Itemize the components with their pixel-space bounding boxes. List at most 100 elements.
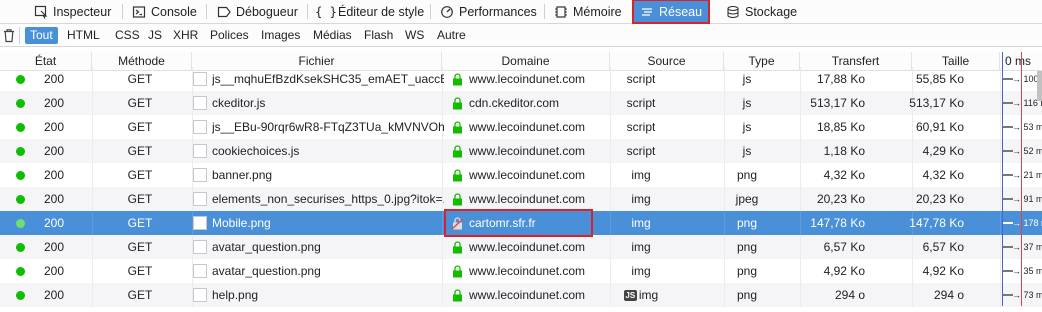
file-thumbnail-icon — [193, 168, 207, 182]
row-source-label: script — [626, 144, 656, 158]
tab-console[interactable]: Console — [126, 1, 203, 22]
row-timing: → 52 ms — [1012, 146, 1042, 156]
filter-all[interactable]: Tout — [25, 27, 58, 44]
row-transfer: 20,23 Ko — [816, 192, 865, 206]
status-success-dot — [16, 219, 25, 228]
filter-media[interactable]: Médias — [308, 27, 357, 44]
status-success-dot — [16, 147, 25, 156]
load-marker — [1021, 52, 1022, 306]
row-domain: www.lecoindunet.com — [469, 264, 586, 278]
tab-label: Performances — [459, 4, 537, 19]
filter-xhr[interactable]: XHR — [168, 27, 203, 44]
column-divider — [1000, 91, 1001, 115]
trash-icon[interactable] — [2, 28, 16, 43]
tab-network[interactable]: Réseau — [631, 0, 711, 24]
row-source-label: img — [631, 240, 651, 254]
table-row[interactable]: 200 GET elements_non_securises_https_0.j… — [0, 187, 1042, 211]
row-file: elements_non_securises_https_0.jpg?itok=… — [212, 192, 444, 206]
file-thumbnail-icon — [193, 264, 207, 278]
status-success-dot — [16, 243, 25, 252]
status-success-dot — [16, 99, 25, 108]
divider — [206, 4, 207, 19]
row-source: img — [610, 211, 672, 235]
table-row[interactable]: 200 GET ckeditor.js cdn.ckeditor.com scr… — [0, 91, 1042, 115]
filter-fonts[interactable]: Polices — [205, 27, 254, 44]
row-transfer: 4,92 Ko — [823, 264, 865, 278]
row-size: 294 o — [933, 288, 964, 302]
column-divider — [92, 67, 93, 91]
secure-lock-icon — [452, 289, 463, 302]
scrollbar-thumb[interactable] — [1037, 71, 1042, 101]
tab-performance[interactable]: Performances — [434, 1, 543, 22]
row-transfer: 17,88 Ko — [816, 72, 865, 86]
filter-css[interactable]: CSS — [110, 27, 145, 44]
row-timing: → 53 ms — [1012, 122, 1042, 132]
column-divider — [1000, 283, 1001, 307]
filter-images[interactable]: Images — [256, 27, 305, 44]
row-domain: www.lecoindunet.com — [469, 240, 586, 254]
row-type: jpeg — [735, 192, 759, 206]
status-success-dot — [16, 171, 25, 180]
row-method: GET — [127, 168, 153, 182]
table-row[interactable]: 200 GET banner.png www.lecoindunet.com i… — [0, 163, 1042, 187]
column-divider — [1000, 259, 1001, 283]
row-method: GET — [127, 264, 153, 278]
row-transfer: 294 o — [834, 288, 865, 302]
file-thumbnail-icon — [193, 120, 207, 134]
column-divider — [92, 211, 93, 235]
row-type: js — [742, 96, 752, 110]
tab-label: Console — [151, 4, 197, 19]
table-row[interactable]: 200 GET help.png www.lecoindunet.com JS i… — [0, 283, 1042, 307]
file-thumbnail-icon — [193, 216, 207, 230]
row-source-label: img — [631, 192, 651, 206]
row-source: JS img — [610, 283, 672, 307]
row-domain: cdn.ckeditor.com — [469, 96, 560, 110]
row-timing: → 21 ms — [1012, 170, 1042, 180]
row-transfer: 147,78 Ko — [810, 216, 865, 230]
row-method: GET — [127, 96, 153, 110]
column-divider — [92, 235, 93, 259]
memory-icon — [554, 5, 568, 19]
row-timing: → 91 ms — [1012, 194, 1042, 204]
row-source-label: script — [626, 120, 656, 134]
secure-lock-icon — [452, 169, 463, 182]
filter-ws[interactable]: WS — [400, 27, 429, 44]
row-method: GET — [127, 192, 153, 206]
filter-js[interactable]: JS — [143, 27, 167, 44]
row-size: 147,78 Ko — [909, 216, 964, 230]
table-row[interactable]: 200 GET js__mqhuEfBzdKsekSHC35_emAET_uac… — [0, 67, 1042, 91]
column-divider — [1000, 67, 1001, 91]
filter-flash[interactable]: Flash — [359, 27, 398, 44]
filter-other[interactable]: Autre — [432, 27, 471, 44]
dom-content-loaded-marker — [1002, 52, 1003, 306]
table-row[interactable]: 200 GET js__EBu-90rqr6wR8-FTqZ3TUa_kMVNV… — [0, 115, 1042, 139]
devtools-toolbar: Inspecteur Console Débogueur { } Éditeur… — [0, 0, 1042, 24]
column-divider — [1000, 115, 1001, 139]
secure-lock-icon — [452, 193, 463, 206]
row-file: banner.png — [212, 168, 273, 182]
row-domain: www.lecoindunet.com — [469, 144, 586, 158]
row-method: GET — [127, 240, 153, 254]
row-type: png — [736, 264, 758, 278]
status-success-dot — [16, 267, 25, 276]
row-size: 20,23 Ko — [915, 192, 964, 206]
tab-memory[interactable]: Mémoire — [548, 1, 628, 22]
tab-inspector[interactable]: Inspecteur — [28, 1, 117, 22]
tab-debugger[interactable]: Débogueur — [211, 1, 304, 22]
storage-icon — [726, 5, 740, 19]
row-domain: www.lecoindunet.com — [469, 288, 586, 302]
tab-storage[interactable]: Stockage — [720, 1, 803, 22]
row-transfer: 4,32 Ko — [823, 168, 865, 182]
row-size: 4,29 Ko — [922, 144, 964, 158]
table-row[interactable]: 200 GET avatar_question.png www.lecoindu… — [0, 235, 1042, 259]
filter-html[interactable]: HTML — [62, 27, 105, 44]
row-size: 60,91 Ko — [915, 120, 964, 134]
table-row[interactable]: 200 GET cookiechoices.js www.lecoindunet… — [0, 139, 1042, 163]
row-status: 200 — [43, 216, 65, 230]
row-file: js__EBu-90rqr6wR8-FTqZ3TUa_kMVNVOhe... — [212, 120, 444, 134]
status-success-dot — [16, 123, 25, 132]
table-row[interactable]: 200 GET avatar_question.png www.lecoindu… — [0, 259, 1042, 283]
row-status: 200 — [43, 168, 65, 182]
tab-style-editor[interactable]: { } Éditeur de style — [313, 1, 430, 22]
row-status: 200 — [43, 120, 65, 134]
